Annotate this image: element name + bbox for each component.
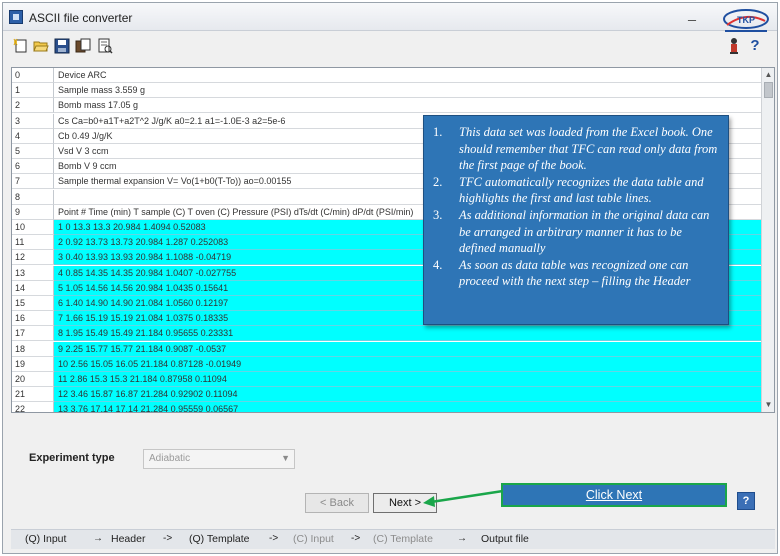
- row-cell[interactable]: 10 2.56 15.05 16.05 21.184 0.87128 -0.01…: [54, 356, 762, 372]
- row-index: 8: [12, 189, 54, 205]
- row-index: 19: [12, 356, 54, 372]
- callout-item-text: As additional information in the origina…: [459, 207, 710, 256]
- callout-item: 4. As soon as data table was recognized o…: [430, 257, 718, 290]
- row-index: 15: [12, 296, 54, 311]
- table-row[interactable]: 18 9 2.25 15.77 15.77 21.184 0.9087 -0.05…: [12, 341, 762, 357]
- step-1[interactable]: (Q) Input: [25, 533, 66, 545]
- wizard-steps-bar: (Q) Input Header (Q) Template (C) Input (C) …: [11, 529, 775, 549]
- row-index: 10: [12, 220, 54, 235]
- step-4[interactable]: (C) Input: [293, 533, 334, 545]
- toolbar: ?: [3, 33, 777, 59]
- experiment-type-value: Adiabatic: [149, 453, 191, 464]
- step-3[interactable]: (Q) Template: [189, 533, 250, 545]
- step-arrow-icon: ->: [269, 533, 279, 544]
- instruction-callout: 1. This data set was loaded from the Exce…: [423, 115, 729, 325]
- row-index: 17: [12, 326, 54, 342]
- row-index: 0: [12, 68, 54, 83]
- user-icon[interactable]: [727, 37, 741, 55]
- callout-item: 2. TFC automatically recognizes the data …: [430, 174, 718, 207]
- row-index: 13: [12, 265, 54, 281]
- scroll-thumb[interactable]: [764, 82, 773, 98]
- step-arrow-icon: ->: [163, 533, 173, 544]
- save-icon[interactable]: [54, 38, 70, 54]
- callout-item-number: 1.: [433, 125, 443, 139]
- minimize-button[interactable]: _: [681, 6, 703, 24]
- row-index: 16: [12, 311, 54, 327]
- row-cell[interactable]: Device ARC: [54, 68, 762, 83]
- row-cell[interactable]: Sample mass 3.559 g: [54, 83, 762, 99]
- help-icon[interactable]: ?: [747, 37, 763, 55]
- row-index: 3: [12, 113, 54, 129]
- row-index: 22: [12, 402, 54, 412]
- back-button[interactable]: < Back: [305, 493, 369, 513]
- row-cell[interactable]: 11 2.86 15.3 15.3 21.184 0.87958 0.11094: [54, 372, 762, 387]
- row-index: 21: [12, 387, 54, 403]
- table-row[interactable]: 1 Sample mass 3.559 g: [12, 83, 762, 99]
- preview-icon[interactable]: [97, 38, 113, 54]
- help-button[interactable]: ?: [737, 492, 755, 510]
- callout-item-text: TFC automatically recognizes the data ta…: [459, 174, 704, 206]
- callout-item: 3. As additional information in the origi…: [430, 207, 718, 257]
- callout-item-number: 3.: [433, 207, 443, 222]
- vertical-scrollbar[interactable]: ▲ ▼: [761, 68, 774, 412]
- row-cell[interactable]: 12 3.46 15.87 16.87 21.284 0.92902 0.110…: [54, 387, 762, 403]
- callout-item-text: This data set was loaded from the Excel …: [459, 125, 718, 173]
- row-index: 6: [12, 159, 54, 175]
- table-row[interactable]: 0 Device ARC: [12, 68, 762, 83]
- copy-icon[interactable]: [75, 38, 91, 54]
- row-cell[interactable]: Bomb mass 17.05 g: [54, 98, 762, 114]
- converter-window: ASCII file converter _ TKP ? 22 13 3.76 …: [2, 2, 778, 554]
- callout-item-text: As soon as data table was recognized one…: [459, 257, 691, 289]
- callout-item-number: 2.: [433, 174, 443, 189]
- row-cell[interactable]: 8 1.95 15.49 15.49 21.184 0.95655 0.2333…: [54, 326, 762, 342]
- table-row[interactable]: 19 10 2.56 15.05 16.05 21.184 0.87128 -0.…: [12, 356, 762, 372]
- step-5[interactable]: (C) Template: [373, 533, 433, 545]
- scroll-up-icon[interactable]: ▲: [763, 69, 774, 81]
- new-icon[interactable]: [13, 38, 29, 54]
- click-next-annotation: Click Next: [501, 483, 727, 507]
- row-index: 18: [12, 341, 54, 357]
- open-folder-icon[interactable]: [33, 38, 49, 54]
- row-index: 20: [12, 372, 54, 387]
- callout-item-number: 4.: [433, 257, 443, 272]
- row-index: 1: [12, 83, 54, 99]
- experiment-type-label: Experiment type: [29, 452, 115, 464]
- row-cell[interactable]: 13 3.76 17.14 17.14 21.284 0.95559 0.065…: [54, 402, 762, 412]
- step-6[interactable]: Output file: [481, 533, 529, 545]
- window-title: ASCII file converter: [29, 11, 133, 25]
- table-row[interactable]: 21 12 3.46 15.87 16.87 21.284 0.92902 0.1…: [12, 387, 762, 403]
- row-index: 14: [12, 280, 54, 296]
- step-arrow-icon: ->: [351, 533, 361, 544]
- table-row[interactable]: 2 Bomb mass 17.05 g: [12, 98, 762, 114]
- experiment-type-select[interactable]: Adiabatic ▼: [143, 449, 295, 469]
- table-row[interactable]: 22 13 3.76 17.14 17.14 21.284 0.95559 0.0…: [12, 402, 762, 412]
- step-arrow-icon: →: [457, 533, 467, 544]
- svg-text:TKP: TKP: [737, 15, 755, 25]
- title-bar: ASCII file converter _ TKP: [3, 3, 777, 32]
- chevron-down-icon: ▼: [281, 453, 290, 463]
- row-index: 11: [12, 235, 54, 251]
- scroll-down-icon[interactable]: ▼: [763, 399, 774, 411]
- callout-item: 1. This data set was loaded from the Exce…: [430, 124, 718, 174]
- row-index: 7: [12, 174, 54, 190]
- row-index: 9: [12, 204, 54, 220]
- app-icon: [9, 10, 23, 24]
- pointer-arrow-icon: [423, 489, 504, 507]
- row-index: 12: [12, 250, 54, 266]
- step-2[interactable]: Header: [111, 533, 145, 545]
- step-arrow-icon: →: [93, 533, 103, 544]
- row-index: 4: [12, 128, 54, 144]
- company-logo: TKP: [723, 9, 769, 32]
- table-row[interactable]: 20 11 2.86 15.3 15.3 21.184 0.87958 0.110…: [12, 372, 762, 387]
- row-index: 2: [12, 98, 54, 114]
- row-cell[interactable]: 9 2.25 15.77 15.77 21.184 0.9087 -0.0537: [54, 341, 762, 357]
- table-row[interactable]: 17 8 1.95 15.49 15.49 21.184 0.95655 0.23…: [12, 326, 762, 342]
- row-index: 5: [12, 144, 54, 159]
